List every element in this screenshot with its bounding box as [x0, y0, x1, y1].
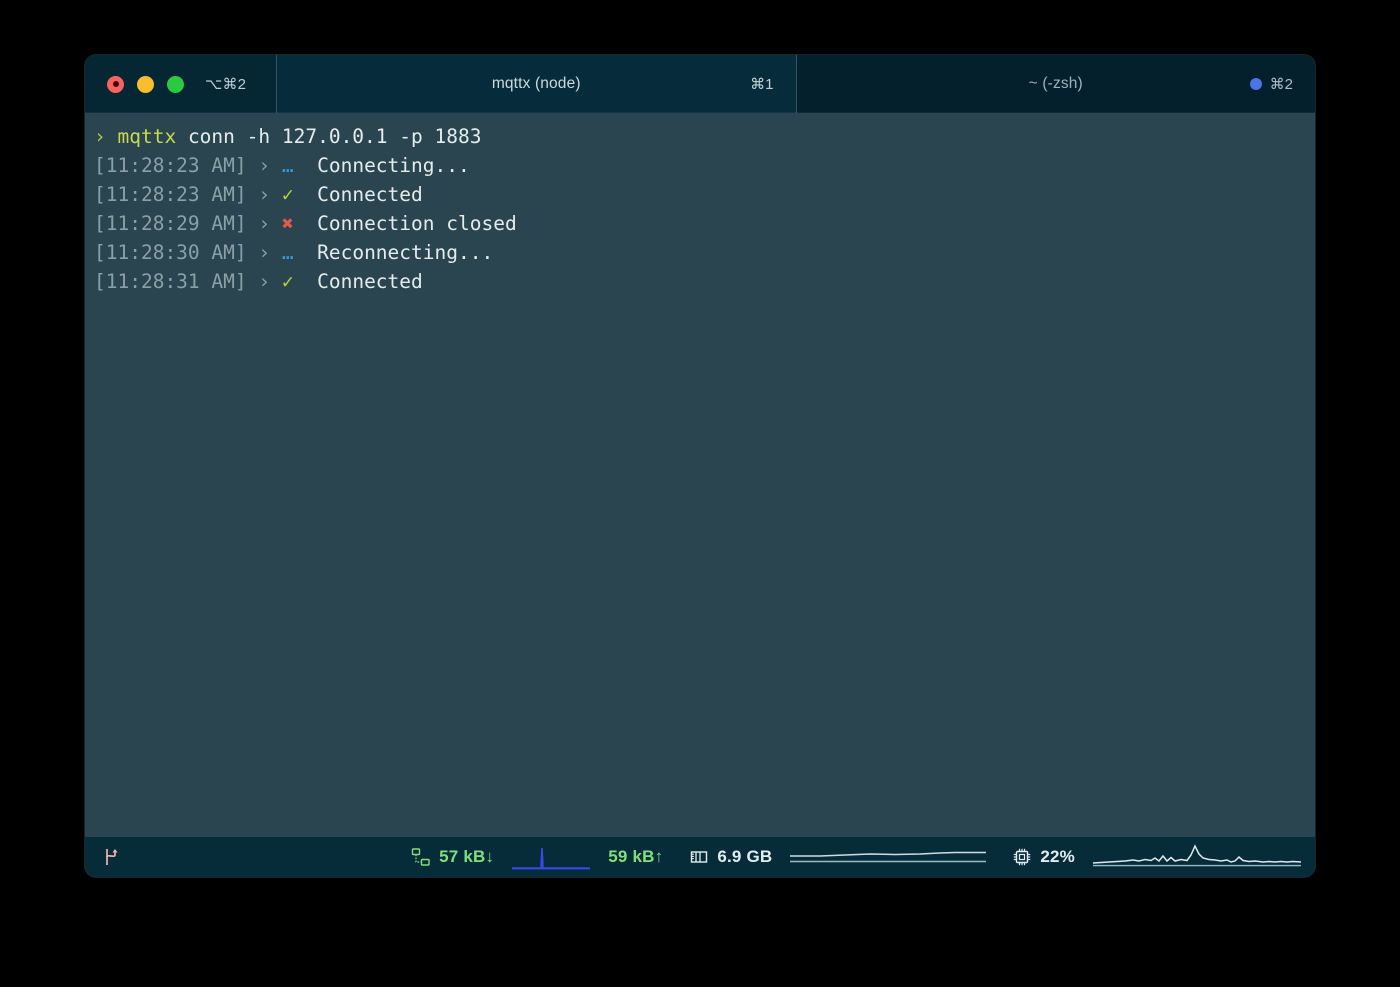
log-glyph-gap	[270, 241, 282, 264]
log-separator: ›	[258, 270, 270, 293]
network-sparkline	[512, 844, 590, 870]
command-args: conn -h 127.0.0.1 -p 1883	[176, 125, 481, 148]
cpu-sparkline	[1093, 843, 1301, 871]
log-status-glyph: ✓	[282, 270, 294, 293]
network-icon	[411, 847, 431, 867]
log-line: [11:28:31 AM] › ✓ Connected	[85, 267, 1315, 296]
log-glyph-gap	[270, 270, 282, 293]
log-msg-gap	[294, 212, 317, 235]
minimize-button[interactable]	[137, 76, 154, 93]
network-download-group[interactable]: 57 kB↓	[411, 847, 494, 867]
log-msg-gap	[294, 154, 317, 177]
git-branch-icon[interactable]	[103, 847, 120, 867]
network-download-value: 57 kB↓	[439, 847, 494, 867]
tab-title: mqttx (node)	[492, 75, 581, 93]
network-upload-value: 59 kB↑	[608, 847, 663, 867]
log-line: [11:28:30 AM] › … Reconnecting...	[85, 238, 1315, 267]
log-sep-gap	[247, 212, 259, 235]
log-status-glyph: ✓	[282, 183, 294, 206]
log-glyph-gap	[270, 212, 282, 235]
command-name: mqttx	[118, 125, 177, 148]
log-status-glyph: …	[282, 154, 294, 177]
log-status-glyph: …	[282, 241, 294, 264]
network-upload-group[interactable]: 59 kB↑	[608, 847, 663, 867]
window-shortcut-label: ⌥⌘2	[205, 75, 246, 93]
tab-title: ~ (-zsh)	[1029, 75, 1083, 93]
memory-sparkline	[790, 844, 986, 870]
log-msg-gap	[294, 270, 317, 293]
log-message: Connecting...	[317, 154, 470, 177]
log-line: [11:28:29 AM] › ✖ Connection closed	[85, 209, 1315, 238]
tab-shortcut-label: ⌘2	[1270, 75, 1293, 93]
tab-mqttx-node[interactable]: mqttx (node) ⌘1	[277, 55, 797, 113]
log-message: Connected	[317, 270, 423, 293]
log-separator: ›	[258, 183, 270, 206]
tab-right-group: ⌘1	[750, 75, 773, 93]
log-line: [11:28:23 AM] › … Connecting...	[85, 151, 1315, 180]
activity-indicator-dot	[1250, 78, 1262, 90]
log-message: Connected	[317, 183, 423, 206]
tab-zsh[interactable]: ~ (-zsh) ⌘2	[797, 55, 1316, 113]
memory-group[interactable]: 6.9 GB	[689, 847, 772, 867]
status-bar: 57 kB↓ 59 kB↑	[85, 837, 1315, 877]
cpu-value: 22%	[1040, 847, 1075, 867]
tab-shortcut-label: ⌘1	[750, 75, 773, 93]
tab-bar: ⌥⌘2 mqttx (node) ⌘1 ~ (-zsh) ⌘2	[85, 55, 1315, 113]
log-line: [11:28:23 AM] › ✓ Connected	[85, 180, 1315, 209]
log-sep-gap	[247, 183, 259, 206]
log-timestamp: [11:28:29 AM]	[94, 212, 247, 235]
command-line: › mqttx conn -h 127.0.0.1 -p 1883	[85, 122, 1315, 151]
tab-right-group: ⌘2	[1250, 75, 1293, 93]
log-sep-gap	[247, 270, 259, 293]
log-status-glyph: ✖	[282, 212, 294, 235]
log-glyph-gap	[270, 154, 282, 177]
ram-icon	[689, 847, 709, 867]
close-button[interactable]	[107, 76, 124, 93]
log-message: Reconnecting...	[317, 241, 493, 264]
log-timestamp: [11:28:23 AM]	[94, 183, 247, 206]
log-message: Connection closed	[317, 212, 517, 235]
log-glyph-gap	[270, 183, 282, 206]
cpu-icon	[1012, 847, 1032, 867]
cpu-group[interactable]: 22%	[1012, 847, 1075, 867]
log-sep-gap	[247, 241, 259, 264]
log-separator: ›	[258, 154, 270, 177]
prompt-symbol: ›	[94, 125, 106, 148]
log-msg-gap	[294, 183, 317, 206]
log-timestamp: [11:28:30 AM]	[94, 241, 247, 264]
log-separator: ›	[258, 212, 270, 235]
terminal-output-area[interactable]: › mqttx conn -h 127.0.0.1 -p 1883 [11:28…	[85, 113, 1315, 837]
prompt-gap	[106, 125, 118, 148]
log-timestamp: [11:28:23 AM]	[94, 154, 247, 177]
terminal-window: ⌥⌘2 mqttx (node) ⌘1 ~ (-zsh) ⌘2 › mqttx …	[85, 55, 1315, 877]
log-separator: ›	[258, 241, 270, 264]
window-controls: ⌥⌘2	[85, 55, 277, 113]
maximize-button[interactable]	[167, 76, 184, 93]
log-timestamp: [11:28:31 AM]	[94, 270, 247, 293]
log-msg-gap	[294, 241, 317, 264]
log-sep-gap	[247, 154, 259, 177]
memory-value: 6.9 GB	[717, 847, 772, 867]
